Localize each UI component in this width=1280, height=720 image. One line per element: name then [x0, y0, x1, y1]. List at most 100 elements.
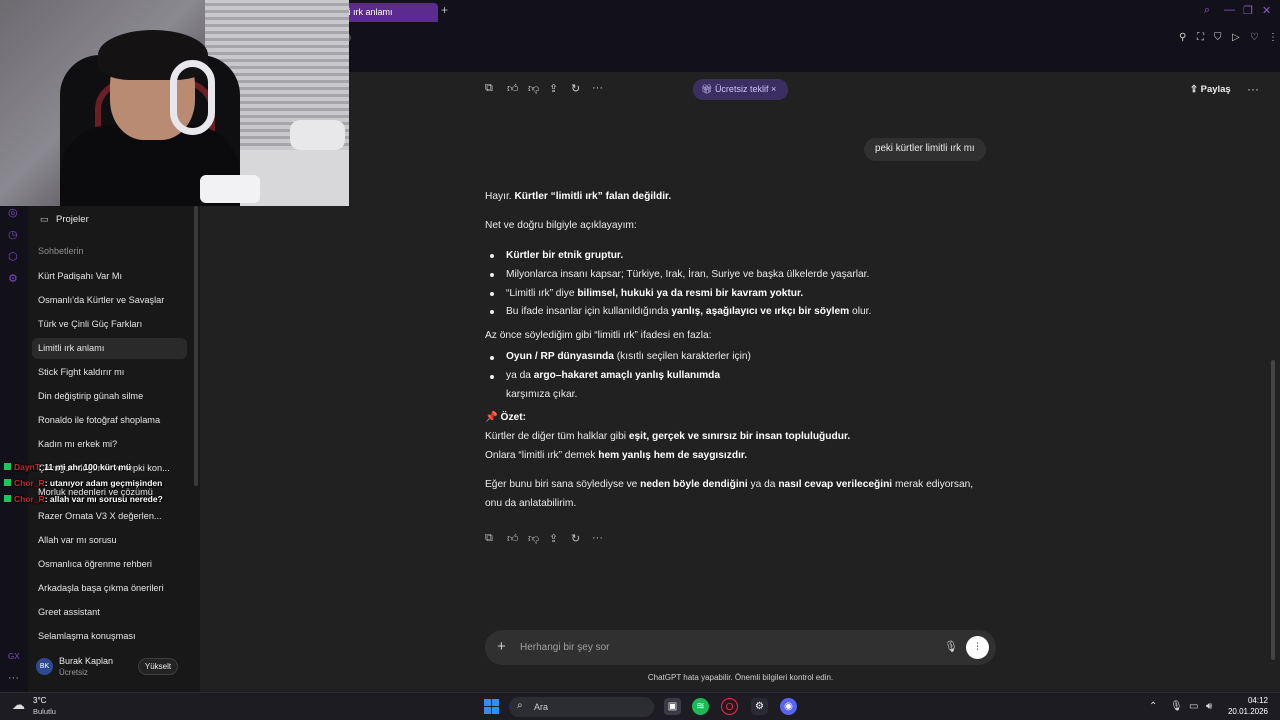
more-icon[interactable]: ··· — [592, 82, 603, 94]
menu-icon[interactable]: ⋮ — [1268, 32, 1278, 43]
discord-icon[interactable]: ◉ — [780, 698, 797, 715]
regenerate-icon[interactable]: ↻ — [571, 532, 580, 545]
copy-icon[interactable]: ⧉ — [485, 532, 493, 545]
more-icon[interactable]: ··· — [592, 532, 603, 544]
chat-badge-icon — [4, 463, 11, 470]
thumbs-up-icon[interactable]: 👍︎ — [507, 532, 519, 545]
user-name: Burak Kaplan — [59, 656, 114, 666]
chats-heading: Sohbetlerin — [38, 246, 84, 256]
thumbs-down-icon[interactable]: 👎︎ — [528, 532, 539, 545]
sidebar-chat-item[interactable]: Ronaldo ile fotoğraf shoplama — [32, 410, 187, 431]
copy-icon[interactable]: ⧉ — [485, 82, 493, 95]
stream-chat-message: Chor_R: utanıyor adam geçmişinden — [4, 478, 162, 488]
sidebar-chat-item[interactable]: Arkadaşla başa çıkma önerileri — [32, 578, 187, 599]
extension-icon[interactable]: ⬡ — [8, 250, 18, 263]
new-tab-button[interactable]: + — [441, 3, 448, 17]
stream-chat-message: DaynT: 11 mi ahr 100 kürt mü — [4, 462, 131, 472]
search-icon[interactable]: ⌕ — [1204, 4, 1210, 17]
history-icon[interactable]: ◷ — [8, 228, 18, 241]
bullet-dot — [490, 310, 494, 314]
close-icon[interactable]: × — [771, 84, 776, 94]
microphone-icon[interactable]: 🎙︎ — [944, 640, 958, 653]
settings-icon[interactable]: ⚙ — [8, 272, 18, 285]
sidebar-chat-item[interactable]: Selamlaşma konuşması — [32, 626, 187, 647]
share-icon[interactable]: ⇪ — [549, 82, 558, 95]
webcam-overlay — [0, 0, 349, 206]
share-icon[interactable]: ⇪ — [549, 532, 558, 545]
more-icon[interactable]: ··· — [8, 672, 19, 684]
sidebar-scrollbar[interactable] — [194, 206, 198, 486]
sidebar-chat-item[interactable]: Greet assistant — [32, 602, 187, 623]
sidebar-chat-item[interactable]: Türk ve Çinli Güç Farkları — [32, 314, 187, 335]
tab-active[interactable]: tli ırk anlamı — [338, 3, 438, 22]
sidebar-chat-item[interactable]: Razer Ornata V3 X değerlen... — [32, 506, 187, 527]
user-message-bubble: peki kürtler limitli ırk mı — [864, 138, 986, 161]
play-icon[interactable]: ▷ — [1232, 32, 1240, 43]
clock-date[interactable]: 20.01.2026 — [1222, 707, 1268, 716]
upgrade-button[interactable]: Yükselt — [138, 658, 178, 675]
microphone-icon[interactable]: 🎙︎ — [1170, 701, 1183, 712]
minimize-icon[interactable]: — — [1224, 4, 1235, 16]
main-scrollbar[interactable] — [1271, 360, 1275, 660]
upload-icon: ⇪ — [1190, 84, 1201, 95]
reply-bullet: Bu ifade insanlar için kullanıldığında y… — [506, 306, 872, 317]
bullet-dot — [490, 292, 494, 296]
bullet-dot — [490, 254, 494, 258]
regenerate-icon[interactable]: ↻ — [571, 82, 580, 95]
shield-icon[interactable]: ⛉ — [1214, 32, 1222, 43]
free-offer-badge[interactable]: 🎁︎ Ücretsiz teklif × — [693, 79, 788, 100]
reply-line: Hayır. Kürtler “limitli ırk” falan değil… — [485, 191, 672, 202]
taskbar: ☁ 3°C Bulutlu ⌕ Ara ▣ ≋ O ⚙ ◉ ⌃ 🎙︎ ▭ 🔊︎ … — [0, 692, 1280, 720]
reply-bullet: Kürtler bir etnik gruptur. — [506, 250, 624, 261]
spotify-icon[interactable]: ≋ — [692, 698, 709, 715]
prompt-input[interactable] — [520, 630, 920, 665]
sidebar-chat-item[interactable]: Din değiştirip günah silme — [32, 386, 187, 407]
taskbar-search[interactable]: ⌕ Ara — [509, 697, 654, 717]
start-button[interactable] — [484, 699, 499, 714]
close-window-icon[interactable]: ✕ — [1262, 4, 1271, 17]
weather-temperature: 3°C — [33, 696, 47, 705]
sidebar-chat-item[interactable]: Limitli ırk anlamı — [32, 338, 187, 359]
tab-title: tli ırk anlamı — [344, 7, 393, 17]
pin-icon[interactable]: ⚲ — [1179, 32, 1186, 43]
search-label: Ara — [534, 702, 549, 712]
opera-gx-icon[interactable]: O — [721, 698, 738, 715]
sidebar-chat-item[interactable]: Stick Fight kaldırır mı — [32, 362, 187, 383]
more-options-button[interactable]: ··· — [1247, 82, 1259, 96]
heart-icon[interactable]: ♡ — [1250, 32, 1259, 43]
network-icon[interactable]: ▭ — [1189, 701, 1198, 712]
voice-mode-button[interactable]: ⫶ — [966, 636, 989, 659]
sidebar-chat-item[interactable]: Kürt Padişahı Var Mı — [32, 266, 187, 287]
icon-rail: ◎ ◷ ⬡ ⚙ GX ··· — [0, 206, 28, 692]
bullet-dot — [490, 375, 494, 379]
share-button[interactable]: ⇪ Paylaş — [1190, 84, 1231, 95]
reply-bullet: Milyonlarca insanı kapsar; Türkiye, Irak… — [506, 269, 870, 280]
thumbs-down-icon[interactable]: 👎︎ — [528, 82, 539, 95]
clock-time[interactable]: 04:12 — [1232, 696, 1268, 705]
avatar[interactable]: BK — [36, 658, 53, 675]
screenshot-icon[interactable]: ⛶ — [1197, 32, 1204, 43]
reply-line: Eğer bunu biri sana söylediyse ve neden … — [485, 479, 974, 490]
reply-bullet: “Limitli ırk” diye bilimsel, hukuki ya d… — [506, 288, 804, 299]
sidebar-chat-item[interactable]: Osmanlı'da Kürtler ve Savaşlar — [32, 290, 187, 311]
plus-icon[interactable]: + — [497, 638, 506, 655]
volume-icon[interactable]: 🔊︎ — [1206, 701, 1212, 712]
sidebar-projects[interactable]: Projeler — [56, 214, 89, 225]
sidebar: ▭ Projeler Sohbetlerin Kürt Padişahı Var… — [28, 206, 200, 692]
chevron-up-icon[interactable]: ⌃ — [1149, 701, 1157, 712]
gx-icon[interactable]: GX — [8, 652, 20, 661]
sidebar-chat-item[interactable]: Kadın mı erkek mi? — [32, 434, 187, 455]
sidebar-chat-item[interactable]: Osmanlıca öğrenme rehberi — [32, 554, 187, 575]
user-area: BK Burak Kaplan Ücretsiz Yükselt — [28, 650, 200, 692]
gift-icon: 🎁︎ — [701, 84, 715, 94]
restore-icon[interactable]: ❐ — [1243, 4, 1253, 17]
composer: + 🎙︎ ⫶ — [485, 630, 996, 665]
reply-line: Net ve doğru bilgiyle açıklayayım: — [485, 220, 637, 231]
circle-icon[interactable]: ◎ — [8, 206, 18, 219]
task-view-icon[interactable]: ▣ — [664, 698, 681, 715]
cloud-icon[interactable]: ☁ — [12, 697, 25, 713]
user-plan: Ücretsiz — [59, 668, 88, 677]
sidebar-chat-item[interactable]: Allah var mı sorusu — [32, 530, 187, 551]
thumbs-up-icon[interactable]: 👍︎ — [507, 82, 519, 95]
steam-icon[interactable]: ⚙ — [751, 698, 768, 715]
